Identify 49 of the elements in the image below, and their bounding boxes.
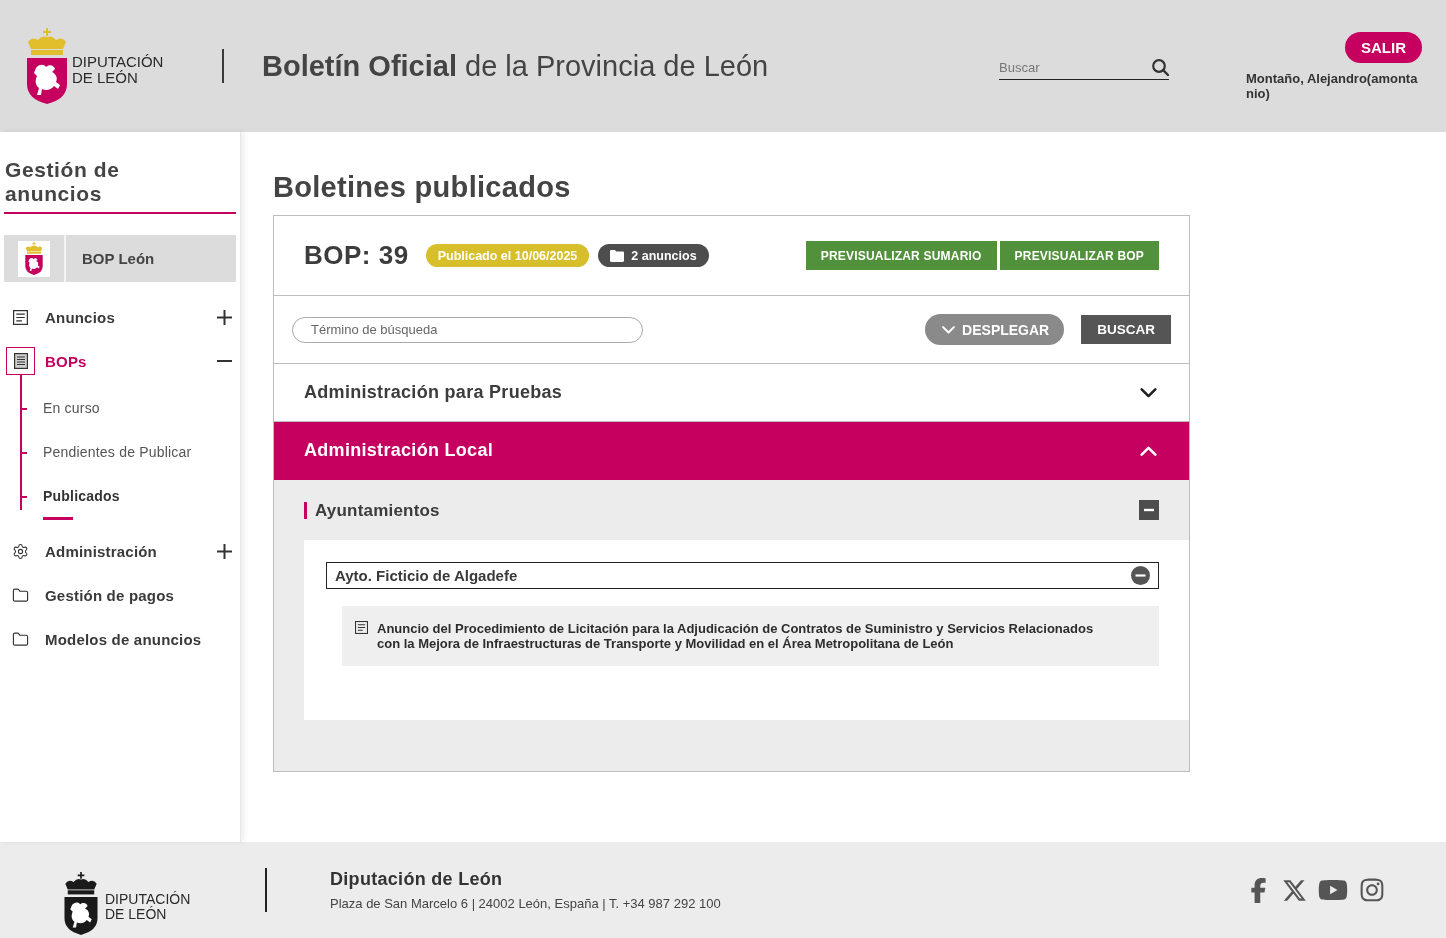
search-field[interactable]: Buscar: [999, 56, 1148, 79]
user-name: Montaño, Alejandro(amontanio): [1246, 70, 1419, 101]
address-text: Plaza de San Marcelo 6 | 24002 León, España | T. +34 987 292 100: [330, 896, 721, 911]
nav-subitem[interactable]: En curso: [20, 386, 100, 430]
group-title: Ayuntamientos: [304, 501, 440, 519]
crest-logo: [62, 872, 100, 935]
logo-text: DIPUTACIÓN DE LEÓN: [105, 892, 192, 922]
plus-icon[interactable]: [217, 309, 232, 325]
instagram-icon[interactable]: [1359, 877, 1385, 903]
minus-circle-icon[interactable]: [1131, 566, 1150, 585]
document-icon: [13, 309, 28, 325]
folder-icon: [610, 249, 625, 262]
nav-item[interactable]: Modelos de anuncios: [4, 617, 236, 661]
nav-subitem[interactable]: Publicados: [20, 474, 120, 520]
crest-logo: [18, 240, 50, 277]
site-name: BOP León: [82, 250, 155, 267]
search-button[interactable]: BUSCAR: [1081, 315, 1171, 344]
entity-header[interactable]: Ayto. Ficticio de Algadefe: [326, 562, 1159, 589]
count-label: 2 anuncios: [631, 248, 697, 263]
document-lines-icon: [13, 353, 28, 369]
nav-item[interactable]: Anuncios: [4, 295, 236, 339]
minus-square-icon[interactable]: [1139, 500, 1159, 520]
status-badge: Publicado el 10/06/2025: [425, 244, 590, 267]
chevron-up-icon: [1140, 445, 1157, 456]
chevron-down-icon: [1140, 387, 1157, 398]
document-icon: [355, 621, 368, 634]
plus-icon[interactable]: [217, 543, 232, 559]
folder-icon: [12, 630, 29, 648]
nav-item[interactable]: BOPs: [4, 339, 236, 383]
nav-subitem[interactable]: Pendientes de Publicar: [20, 430, 192, 474]
folder-icon: [12, 586, 29, 604]
announcement-title[interactable]: Anuncio del Procedimiento de Licitación para la Adjudicación de Contratos de Suministro y Servicios Relacionados con la Mejora de Infraestructuras de Transporte y Movilidad en el Área Metropolitana de León: [377, 621, 1119, 651]
sidebar-title: Gestión de anuncios: [4, 158, 236, 214]
search-icon[interactable]: [1152, 59, 1169, 76]
search-field[interactable]: Término de búsqueda: [292, 316, 643, 343]
logo-text: DIPUTACIÓN DE LEÓN: [72, 54, 165, 86]
section-header[interactable]: Administración Local: [274, 422, 1189, 480]
preview-button[interactable]: PREVISUALIZAR SUMARIO: [805, 241, 997, 270]
page-title: Boletines publicados: [273, 170, 572, 204]
site-title: Boletín Oficial de la Provincia de León: [262, 49, 769, 83]
chevron-down-icon: [942, 325, 956, 334]
nav-item[interactable]: Gestión de pagos: [4, 573, 236, 617]
settings-icon: [12, 542, 29, 560]
x-icon[interactable]: [1282, 877, 1307, 903]
logout-button[interactable]: SALIR: [1345, 31, 1422, 63]
bulletin-number: BOP: 39: [304, 240, 409, 271]
org-name: Diputación de León: [330, 869, 504, 890]
preview-button[interactable]: PREVISUALIZAR BOP: [999, 241, 1159, 270]
nav-item[interactable]: Administración: [4, 529, 236, 573]
